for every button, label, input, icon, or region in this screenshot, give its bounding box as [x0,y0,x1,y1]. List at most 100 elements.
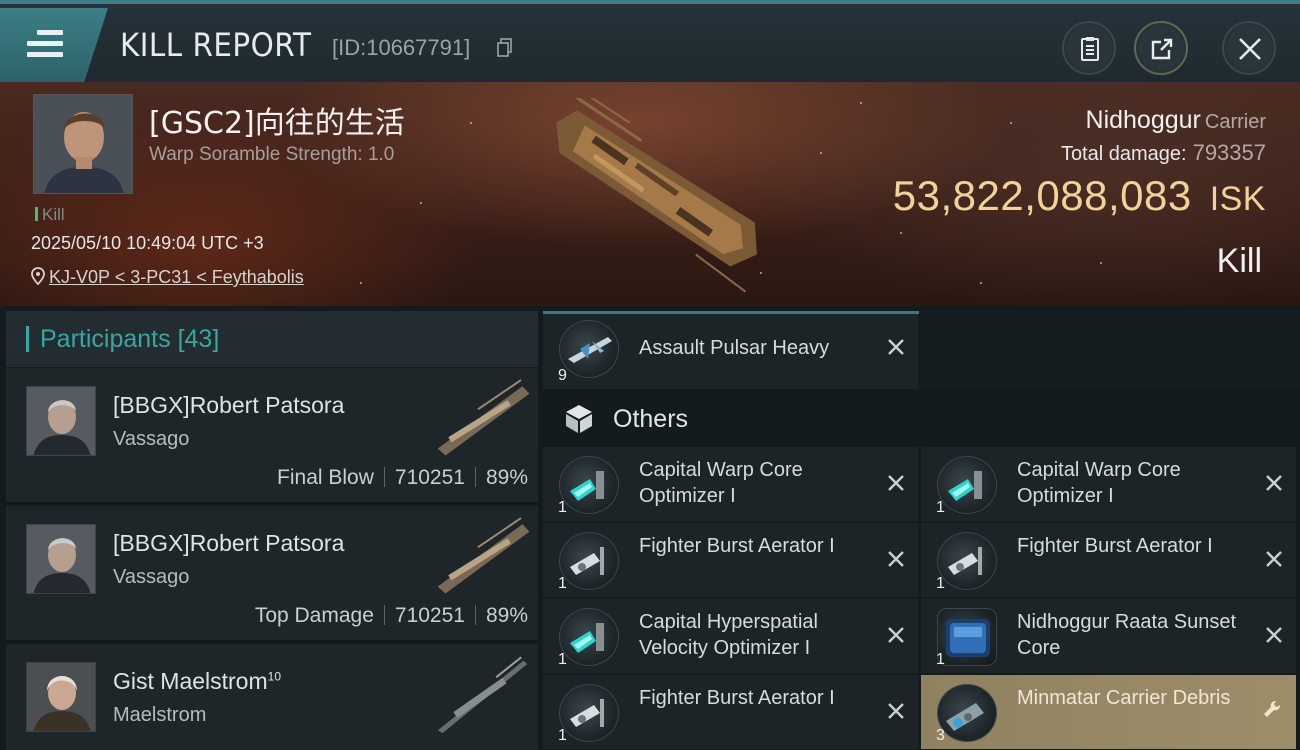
result-label: Kill [1216,242,1262,280]
participant-ship: Vassago [113,428,190,450]
destroyed-x-icon [1266,627,1282,643]
item-cell[interactable]: 1 Fighter Burst Aerator I [543,675,918,749]
participant-ship-image [437,517,530,594]
participants-label: Participants [40,325,171,353]
participant-role: Final Blow [277,466,374,489]
participant-avatar [26,524,96,594]
carrier-ship-image [556,98,757,293]
destroyed-x-icon [888,551,904,567]
item-name: Nidhoggur Raata Sunset Core [1017,611,1237,659]
item-quantity: 3 [936,727,945,744]
item-name: Capital Warp Core Optimizer I [1017,459,1181,507]
close-button[interactable] [1222,21,1276,75]
wrench-icon [1264,701,1280,717]
destroyed-x-icon [888,475,904,491]
menu-icon [27,30,63,58]
item-quantity: 9 [558,367,567,384]
pilot-portrait-icon [34,95,132,193]
isk-value: 53,822,088,083 ISK [892,172,1266,219]
participant-role: Top Damage [254,604,374,627]
item-cell-dropped[interactable]: 3 Minmatar Carrier Debris [921,675,1296,749]
destroyed-x-icon [888,703,904,719]
destroyed-x-icon [1266,475,1282,491]
ship-core-icon [937,608,997,666]
participant-ship-image [437,656,528,734]
items-panel: 9 Assault Pulsar Heavy Others 1 Capital … [543,311,1300,750]
fighter-icon [559,320,619,378]
burst-aerator-icon [559,684,619,742]
kill-type-tag: Kill [35,205,65,225]
participant-percent: 89% [485,466,528,489]
share-button[interactable] [1134,21,1188,75]
item-quantity: 1 [936,575,945,592]
item-cell[interactable]: 1 Capital Warp Core Optimizer I [543,447,918,521]
participant-ship-image [437,379,530,456]
location-link[interactable]: KJ-V0P < 3-PC31 < Feythabolis [49,267,304,287]
participant-name: Gist Maelstrom10 [113,668,281,694]
participant-stats: Final Blow 710251 89% [277,466,528,490]
participant-name: [BBGX]Robert Patsora [113,530,345,556]
copy-icon[interactable] [497,38,513,58]
item-cell[interactable]: 1 Nidhoggur Raata Sunset Core [921,599,1296,673]
participants-panel: Participants [43] [BBGX]Robert Patsora V… [6,311,538,750]
participant-row[interactable]: Gist Maelstrom10 Maelstrom [6,644,538,750]
participants-count: [43] [177,325,220,353]
participant-avatar [26,386,96,456]
participant-name: [BBGX]Robert Patsora [113,392,345,418]
participants-header: Participants [43] [6,311,538,367]
close-icon [1239,38,1261,60]
kill-summary: [GSC2]向往的生活 Warp Soramble Strength: 1.0 … [0,82,1300,306]
destroyed-x-icon [888,627,904,643]
warp-core-optimizer-icon [937,456,997,514]
burst-aerator-icon [937,532,997,590]
item-cell[interactable]: 9 Assault Pulsar Heavy [543,311,919,389]
clipboard-button[interactable] [1062,21,1116,75]
item-name: Capital Hyperspatial Velocity Optimizer … [639,611,818,659]
burst-aerator-icon [559,532,619,590]
participant-avatar [26,662,96,732]
victim-name[interactable]: [GSC2]向往的生活 [149,98,405,142]
menu-button[interactable] [0,8,108,82]
participant-stats: Top Damage 710251 89% [255,604,528,628]
victim-ship[interactable]: Nidhoggur Carrier [1086,106,1266,135]
item-name: Fighter Burst Aerator I [1017,535,1213,557]
top-bar: KILL REPORT [ID:10667791] [0,0,1300,82]
debris-icon [937,684,997,742]
item-name: Capital Warp Core Optimizer I [639,459,803,507]
item-quantity: 1 [558,727,567,744]
participant-damage: 710251 [394,604,465,627]
item-quantity: 1 [936,499,945,516]
item-cell[interactable]: 1 Fighter Burst Aerator I [921,523,1296,597]
destroyed-x-icon [888,339,904,355]
cargo-box-icon [566,405,592,433]
location-pin-icon [31,267,45,286]
warp-core-optimizer-icon [559,456,619,514]
participant-damage: 710251 [394,466,465,489]
participant-percent: 89% [485,604,528,627]
ship-class: Carrier [1204,111,1266,133]
participant-ship: Maelstrom [113,704,207,726]
item-cell[interactable]: 1 Fighter Burst Aerator I [543,523,918,597]
destroyed-x-icon [1266,551,1282,567]
item-cell[interactable]: 1 Capital Warp Core Optimizer I [921,447,1296,521]
item-name: Minmatar Carrier Debris [1017,687,1231,709]
kill-datetime: 2025/05/10 10:49:04 UTC +3 [31,233,264,253]
item-quantity: 1 [558,499,567,516]
item-name: Fighter Burst Aerator I [639,687,835,709]
clipboard-icon [1081,37,1099,61]
page-title: KILL REPORT [120,26,312,64]
velocity-optimizer-icon [559,608,619,666]
item-quantity: 1 [558,575,567,592]
item-cell[interactable]: 1 Capital Hyperspatial Velocity Optimize… [543,599,918,673]
item-quantity: 1 [558,651,567,668]
victim-portrait[interactable] [33,94,133,194]
participant-row[interactable]: [BBGX]Robert Patsora Vassago Top Damage 7… [6,506,538,642]
participant-row[interactable]: [BBGX]Robert Patsora Vassago Final Blow 7… [6,368,538,504]
kill-id: [ID:10667791] [332,35,471,60]
share-icon [1151,38,1173,60]
kill-location[interactable]: KJ-V0P < 3-PC31 < Feythabolis [31,267,304,288]
others-section-header: Others [543,391,1300,447]
participant-ship: Vassago [113,566,190,588]
item-name: Assault Pulsar Heavy [639,337,830,359]
item-name: Fighter Burst Aerator I [639,535,835,557]
